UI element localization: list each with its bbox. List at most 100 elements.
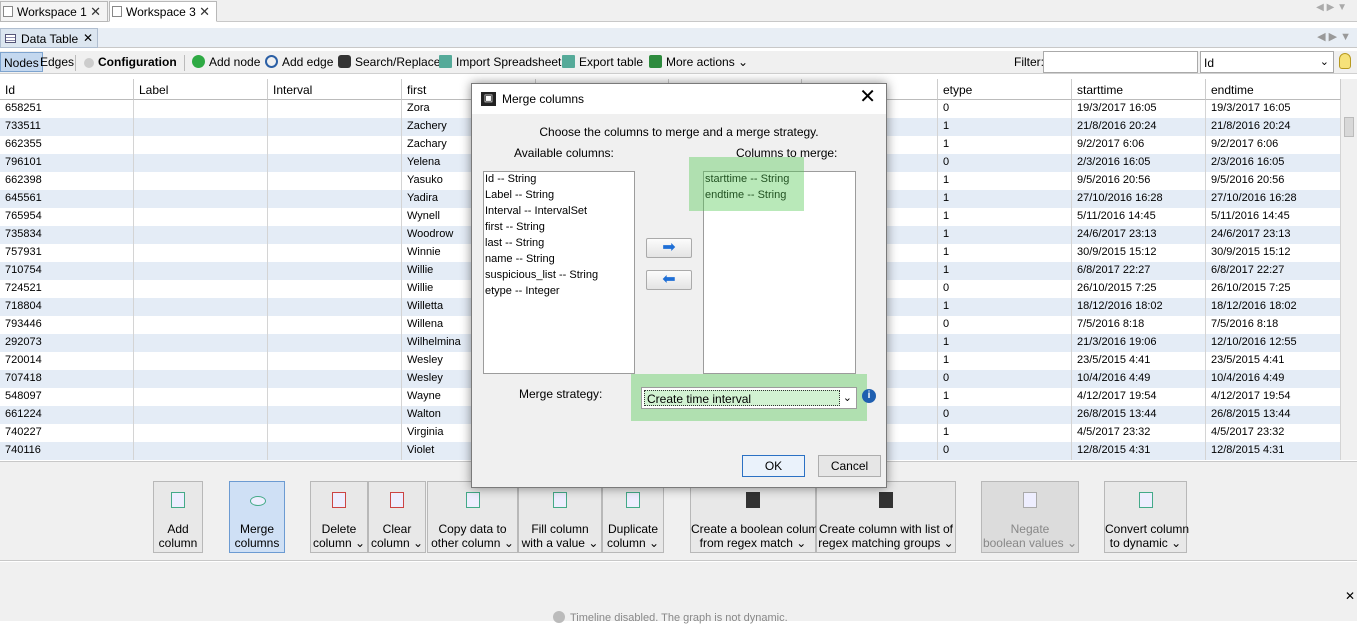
table-cell[interactable]: 0 <box>938 442 1072 460</box>
table-cell[interactable]: 1 <box>938 190 1072 208</box>
table-cell[interactable]: 10/4/2016 4:49 <box>1206 370 1341 388</box>
fill-column-button[interactable]: Fill column with a value ⌄ <box>518 481 602 553</box>
window-controls-icon[interactable]: ◀ ▶ ▼ <box>1316 2 1347 13</box>
tab-data-table[interactable]: Data Table ✕ <box>0 28 98 48</box>
table-cell[interactable]: 12/8/2015 4:31 <box>1072 442 1206 460</box>
table-cell[interactable]: 1 <box>938 262 1072 280</box>
table-cell[interactable]: 5/11/2016 14:45 <box>1072 208 1206 226</box>
table-cell[interactable] <box>134 154 268 172</box>
table-cell[interactable] <box>134 190 268 208</box>
table-cell[interactable]: 0 <box>938 370 1072 388</box>
table-cell[interactable]: 24/6/2017 23:13 <box>1206 226 1341 244</box>
table-cell[interactable] <box>134 388 268 406</box>
table-cell[interactable]: 658251 <box>0 100 134 118</box>
table-cell[interactable]: 9/5/2016 20:56 <box>1206 172 1341 190</box>
table-cell[interactable]: 662398 <box>0 172 134 190</box>
table-cell[interactable] <box>268 136 402 154</box>
table-cell[interactable]: 735834 <box>0 226 134 244</box>
table-cell[interactable]: 9/2/2017 6:06 <box>1206 136 1341 154</box>
table-cell[interactable] <box>268 226 402 244</box>
available-column-item[interactable]: first -- String <box>484 221 634 237</box>
available-column-item[interactable]: name -- String <box>484 253 634 269</box>
table-cell[interactable] <box>268 424 402 442</box>
column-header[interactable]: etype <box>938 79 1072 100</box>
close-icon[interactable]: ✕ <box>859 87 876 107</box>
available-column-item[interactable]: etype -- Integer <box>484 285 634 301</box>
table-cell[interactable]: 19/3/2017 16:05 <box>1072 100 1206 118</box>
table-cell[interactable]: 2/3/2016 16:05 <box>1206 154 1341 172</box>
export-table-button[interactable]: Export table <box>559 52 646 72</box>
negate-boolean-button[interactable]: Negate boolean values ⌄ <box>981 481 1079 553</box>
table-cell[interactable]: 1 <box>938 118 1072 136</box>
table-cell[interactable]: 26/8/2015 13:44 <box>1072 406 1206 424</box>
table-cell[interactable]: 5/11/2016 14:45 <box>1206 208 1341 226</box>
table-cell[interactable]: 9/5/2016 20:56 <box>1072 172 1206 190</box>
filter-column-select[interactable]: Id ⌄ <box>1200 51 1334 73</box>
duplicate-column-button[interactable]: Duplicate column ⌄ <box>602 481 664 553</box>
table-cell[interactable]: 757931 <box>0 244 134 262</box>
table-cell[interactable]: 7/5/2016 8:18 <box>1072 316 1206 334</box>
table-cell[interactable]: 1 <box>938 298 1072 316</box>
add-node-button[interactable]: Add node <box>189 52 263 72</box>
table-cell[interactable]: 1 <box>938 424 1072 442</box>
table-cell[interactable]: 0 <box>938 280 1072 298</box>
table-cell[interactable]: 724521 <box>0 280 134 298</box>
table-cell[interactable]: 21/8/2016 20:24 <box>1072 118 1206 136</box>
import-spreadsheet-button[interactable]: Import Spreadsheet <box>436 52 564 72</box>
ok-button[interactable]: OK <box>742 455 805 477</box>
table-cell[interactable] <box>134 100 268 118</box>
table-cell[interactable] <box>134 136 268 154</box>
table-cell[interactable]: 30/9/2015 15:12 <box>1206 244 1341 262</box>
table-cell[interactable] <box>268 334 402 352</box>
table-cell[interactable]: 1 <box>938 244 1072 262</box>
table-cell[interactable] <box>268 262 402 280</box>
available-column-item[interactable]: suspicious_list -- String <box>484 269 634 285</box>
available-column-item[interactable]: Id -- String <box>484 173 634 189</box>
table-cell[interactable] <box>268 370 402 388</box>
table-cell[interactable] <box>134 172 268 190</box>
table-cell[interactable]: 4/5/2017 23:32 <box>1072 424 1206 442</box>
table-cell[interactable] <box>268 100 402 118</box>
table-cell[interactable]: 7/5/2016 8:18 <box>1206 316 1341 334</box>
table-cell[interactable]: 548097 <box>0 388 134 406</box>
table-cell[interactable]: 26/8/2015 13:44 <box>1206 406 1341 424</box>
filter-input[interactable] <box>1043 51 1198 73</box>
table-cell[interactable]: 1 <box>938 208 1072 226</box>
table-cell[interactable]: 0 <box>938 100 1072 118</box>
copy-data-button[interactable]: Copy data to other column ⌄ <box>427 481 518 553</box>
table-cell[interactable]: 707418 <box>0 370 134 388</box>
configuration-button[interactable]: Configuration <box>81 52 180 72</box>
table-cell[interactable] <box>268 316 402 334</box>
remove-from-merge-button[interactable]: ⬅ <box>646 270 692 290</box>
table-cell[interactable]: 18/12/2016 18:02 <box>1206 298 1341 316</box>
close-icon[interactable]: ✕ <box>1345 589 1355 603</box>
table-cell[interactable]: 796101 <box>0 154 134 172</box>
table-cell[interactable] <box>134 316 268 334</box>
table-cell[interactable]: 24/6/2017 23:13 <box>1072 226 1206 244</box>
more-actions-button[interactable]: More actions ⌄ <box>646 52 751 72</box>
table-cell[interactable] <box>134 352 268 370</box>
column-header[interactable]: endtime <box>1206 79 1341 100</box>
table-cell[interactable] <box>268 172 402 190</box>
table-cell[interactable] <box>134 244 268 262</box>
table-cell[interactable] <box>268 298 402 316</box>
table-cell[interactable] <box>134 280 268 298</box>
add-to-merge-button[interactable]: ➡ <box>646 238 692 258</box>
table-cell[interactable]: 710754 <box>0 262 134 280</box>
table-cell[interactable]: 12/10/2016 12:55 <box>1206 334 1341 352</box>
edges-toggle[interactable]: Edges <box>37 52 77 72</box>
table-cell[interactable] <box>134 334 268 352</box>
table-cell[interactable]: 21/8/2016 20:24 <box>1206 118 1341 136</box>
table-cell[interactable]: 2/3/2016 16:05 <box>1072 154 1206 172</box>
table-cell[interactable]: 6/8/2017 22:27 <box>1206 262 1341 280</box>
table-cell[interactable]: 740227 <box>0 424 134 442</box>
search-replace-button[interactable]: Search/Replace <box>335 52 443 72</box>
table-cell[interactable]: 1 <box>938 334 1072 352</box>
table-cell[interactable] <box>268 352 402 370</box>
table-cell[interactable]: 292073 <box>0 334 134 352</box>
table-cell[interactable]: 4/5/2017 23:32 <box>1206 424 1341 442</box>
table-cell[interactable]: 662355 <box>0 136 134 154</box>
table-cell[interactable]: 26/10/2015 7:25 <box>1206 280 1341 298</box>
convert-dynamic-button[interactable]: Convert column to dynamic ⌄ <box>1104 481 1189 553</box>
table-cell[interactable]: 661224 <box>0 406 134 424</box>
